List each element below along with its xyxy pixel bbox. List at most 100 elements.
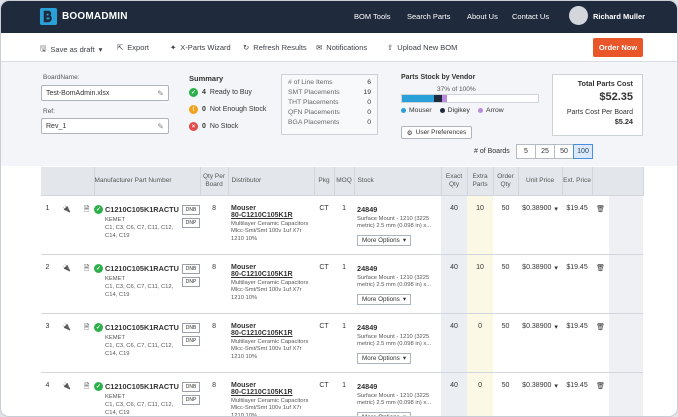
document-icon[interactable]: 🗎 xyxy=(79,194,95,254)
part-number[interactable]: C1210C105K1RACTU xyxy=(105,382,180,391)
distributor-part-link[interactable]: 80-C1210C105K1R xyxy=(231,271,314,278)
more-options-button[interactable]: More Options ▾ xyxy=(357,234,411,246)
distributor-name: Mouser xyxy=(231,263,256,271)
exact-qty: 40 xyxy=(441,194,468,254)
part-number[interactable]: C1210C105K1RACTU xyxy=(105,323,180,332)
nav-link-bom-tools[interactable]: BOM Tools xyxy=(354,12,391,21)
dnp-button[interactable]: DNP xyxy=(182,217,201,228)
boards-option-50[interactable]: 50 xyxy=(554,144,574,159)
nav-link-contact-us[interactable]: Contact Us xyxy=(512,12,549,21)
dnp-button[interactable]: DNP xyxy=(182,276,201,287)
distributor-desc: Multilayer Ceramic Capacitors Mlcc-Smt/S… xyxy=(231,220,309,242)
dnb-button[interactable]: DNB xyxy=(182,263,201,274)
table-row: 3 🔌 🗎 ✓ C1210C105K1RACTU KEMET C1, C3, C… xyxy=(41,312,644,372)
extra-parts[interactable]: 0 xyxy=(467,312,494,372)
ref-designators: C1, C3, C6, C7, C11, C12, C14, C19 xyxy=(105,401,174,416)
row-number: 1 xyxy=(41,194,54,254)
notifications-button[interactable]: ✉ Notifications xyxy=(316,43,367,52)
ext-price: $19.45 xyxy=(562,253,593,313)
dnb-button[interactable]: DNB xyxy=(182,322,201,333)
extra-parts[interactable]: 10 xyxy=(467,194,494,254)
document-icon[interactable]: 🗎 xyxy=(79,371,95,416)
nav-link-about-us[interactable]: About Us xyxy=(467,12,498,21)
moq: 1 xyxy=(334,312,355,372)
dnb-button[interactable]: DNB xyxy=(182,381,201,392)
distributor-name: Mouser xyxy=(231,204,256,212)
unit-price-select[interactable]: $0.38900 ▾ xyxy=(522,264,558,272)
user-preferences-button[interactable]: ⚙ User Preferences xyxy=(401,126,472,139)
wand-icon: ✦ xyxy=(170,43,177,52)
extra-parts[interactable]: 10 xyxy=(467,253,494,313)
export-icon: ⇱ xyxy=(117,43,124,52)
nav-link-search-parts[interactable]: Search Parts xyxy=(407,12,450,21)
trash-icon[interactable]: 🗑 xyxy=(592,371,610,416)
stock-desc: Surface Mount - 1210 (3225 metric) 2.5 m… xyxy=(357,392,432,407)
stock-count: 24849 xyxy=(357,204,378,214)
qty-per-board: 8 xyxy=(200,371,229,416)
row-number: 2 xyxy=(41,253,54,313)
refresh-results-button[interactable]: ↻ Refresh Results xyxy=(243,43,307,52)
check-icon: ✓ xyxy=(94,263,104,273)
bar-digikey xyxy=(434,95,442,102)
chevron-down-icon: ▾ xyxy=(98,45,103,54)
part-number[interactable]: C1210C105K1RACTU xyxy=(105,264,180,273)
unit-price-select[interactable]: $0.38900 ▾ xyxy=(522,382,558,390)
vendor-stock-bar xyxy=(401,94,539,103)
save-draft-button[interactable]: 🖫 Save as draft ▾ xyxy=(40,43,102,56)
distributor-part-link[interactable]: 80-C1210C105K1R xyxy=(231,212,314,219)
board-cost-label: Parts Cost Per Board xyxy=(566,109,633,116)
x-parts-wizard-button[interactable]: ✦ X-Parts Wizard xyxy=(170,43,231,52)
chevron-down-icon: ▾ xyxy=(402,236,406,244)
more-options-button[interactable]: More Options ▾ xyxy=(357,411,411,416)
ref-designators: C1, C3, C6, C7, C11, C12, C14, C19 xyxy=(105,224,174,239)
trash-icon[interactable]: 🗑 xyxy=(592,253,610,313)
stock-count: 24849 xyxy=(357,322,378,332)
document-icon[interactable]: 🗎 xyxy=(79,312,95,372)
logo-icon xyxy=(39,7,58,26)
document-icon[interactable]: 🗎 xyxy=(79,253,95,313)
dnp-button[interactable]: DNP xyxy=(182,394,201,405)
boards-selector: 5 25 50 100 xyxy=(516,144,593,159)
dnb-button[interactable]: DNB xyxy=(182,204,201,215)
check-icon: ✓ xyxy=(189,88,198,97)
unit-price-select[interactable]: $0.38900 ▾ xyxy=(522,205,558,213)
legend-digikey: Digikey xyxy=(439,107,470,114)
close-icon: × xyxy=(189,122,198,131)
vendor-percent: 37% of 100% xyxy=(437,86,476,93)
upload-icon: ⇧ xyxy=(387,43,394,52)
ext-price: $19.45 xyxy=(562,312,593,372)
more-options-button[interactable]: More Options ▾ xyxy=(357,352,411,364)
brand-name: BOOMADMIN xyxy=(62,11,128,22)
more-options-button[interactable]: More Options ▾ xyxy=(357,293,411,305)
boards-option-25[interactable]: 25 xyxy=(535,144,555,159)
ref-input[interactable]: Rev_1 ✎ xyxy=(41,118,169,134)
dnp-button[interactable]: DNP xyxy=(182,335,201,346)
pencil-icon: ✎ xyxy=(157,122,164,131)
part-number[interactable]: C1210C105K1RACTU xyxy=(105,205,180,214)
order-qty[interactable]: 50 xyxy=(493,371,519,416)
order-qty[interactable]: 50 xyxy=(493,194,519,254)
extra-parts[interactable]: 0 xyxy=(467,371,494,416)
export-button[interactable]: ⇱ Export xyxy=(117,43,149,52)
stock-count: 24849 xyxy=(357,381,378,391)
pkg: CT xyxy=(314,253,335,313)
exact-qty: 40 xyxy=(441,371,468,416)
distributor-part-link[interactable]: 80-C1210C105K1R xyxy=(231,330,314,337)
unit-price-select[interactable]: $0.38900 ▾ xyxy=(522,323,558,331)
stat-row: BGA Placements 0 xyxy=(288,119,371,126)
trash-icon[interactable]: 🗑 xyxy=(592,194,610,254)
order-now-button[interactable]: Order Now xyxy=(593,38,643,57)
chip-icon: 🔌 xyxy=(54,194,79,254)
user-name[interactable]: Richard Muller xyxy=(593,12,645,21)
order-qty[interactable]: 50 xyxy=(493,312,519,372)
trash-icon[interactable]: 🗑 xyxy=(592,312,610,372)
avatar[interactable] xyxy=(569,6,588,25)
distributor-part-link[interactable]: 80-C1210C105K1R xyxy=(231,389,314,396)
order-qty[interactable]: 50 xyxy=(493,253,519,313)
upload-bom-button[interactable]: ⇧ Upload New BOM xyxy=(387,43,457,52)
boards-option-5[interactable]: 5 xyxy=(516,144,536,159)
top-nav: BOOMADMIN BOM Tools Search Parts About U… xyxy=(1,1,677,33)
summary-ready: ✓ 4 Ready to Buy xyxy=(189,88,252,97)
boards-option-100[interactable]: 100 xyxy=(573,144,593,159)
board-name-input[interactable]: Test-BomAdmin.xlsx ✎ xyxy=(41,85,169,101)
